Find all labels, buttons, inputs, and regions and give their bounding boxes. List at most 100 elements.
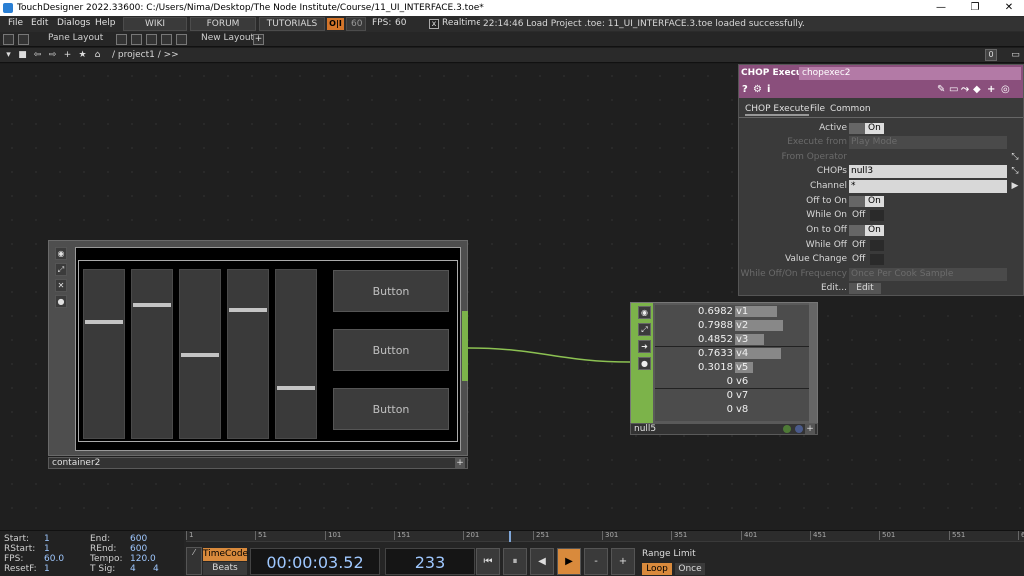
tab-common[interactable]: Common [830, 104, 871, 114]
tsig-denominator[interactable]: 4 [153, 564, 159, 574]
output-connector[interactable] [809, 303, 817, 423]
rend-value[interactable]: 600 [130, 544, 147, 554]
parameter-panel: CHOP Execute chopexec2 ? ⚙ i ✎ ▭ ⤳ ◆ + ◎… [738, 64, 1024, 296]
container-add-button[interactable]: + [455, 458, 465, 468]
operator-name-field[interactable]: chopexec2 [799, 67, 1021, 80]
channel-value: 0 [726, 404, 733, 415]
edit-pencil-icon[interactable]: ✎ [937, 84, 945, 96]
ruler-tick-label: 301 [602, 531, 618, 540]
tab-file[interactable]: File [810, 104, 825, 114]
slider-3[interactable] [179, 269, 221, 439]
active-toggle[interactable]: On [849, 123, 884, 134]
ruler-tick-label: 351 [671, 531, 687, 540]
export-flag-icon[interactable]: ➜ [638, 340, 651, 353]
play-forward-button[interactable]: ▶ [557, 548, 581, 575]
clone-flag-icon[interactable]: ● [638, 357, 651, 370]
rewind-button[interactable]: ⏮ [476, 548, 500, 575]
output-connector[interactable] [462, 311, 468, 381]
chops-picker-icon[interactable]: ⤡ [1009, 165, 1021, 178]
on-to-off-toggle[interactable]: On [849, 225, 884, 236]
container-viewer[interactable]: Button Button Button [75, 247, 461, 451]
slider-2[interactable] [131, 269, 173, 439]
frame-display[interactable]: 233 [385, 548, 475, 575]
bypass-flag-icon[interactable]: ⤢ [55, 263, 67, 276]
slider-1[interactable] [83, 269, 125, 439]
step-forward-button[interactable]: + [611, 548, 635, 575]
comment-icon[interactable]: ▭ [949, 84, 958, 96]
execute-from-menu[interactable]: Play Mode [849, 136, 1007, 149]
ui-button-2[interactable]: Button [333, 329, 449, 371]
playhead[interactable] [509, 531, 511, 542]
ruler-tick-label: 251 [533, 531, 549, 540]
ui-button-1[interactable]: Button [333, 270, 449, 312]
python-icon[interactable]: ◆ [973, 84, 981, 96]
lock-flag-icon[interactable]: ✕ [55, 279, 67, 292]
channel-row: 0 v7 [655, 389, 811, 403]
channel-name: v5 [736, 362, 749, 373]
chops-field[interactable]: null3 [849, 165, 1007, 178]
slider-handle[interactable] [85, 320, 123, 324]
fps-value[interactable]: 60.0 [44, 554, 64, 564]
container-node[interactable]: ◉ ⤢ ✕ ● Button Button Button [48, 240, 468, 456]
while-on-toggle[interactable]: Off [849, 210, 885, 221]
help-icon[interactable]: ? [742, 84, 748, 96]
value-change-toggle[interactable]: Off [849, 254, 885, 265]
pause-button[interactable]: ⏸ [503, 548, 527, 575]
clone-flag-icon[interactable]: ● [55, 295, 67, 308]
info-icon[interactable]: i [767, 84, 770, 96]
rstart-value[interactable]: 1 [44, 544, 50, 554]
timecode-button[interactable]: TimeCode [203, 548, 248, 561]
slider-5[interactable] [275, 269, 317, 439]
add-param-icon[interactable]: + [987, 84, 995, 96]
null-node-name[interactable]: null5 [634, 424, 656, 434]
while-frequency-menu[interactable]: Once Per Cook Sample [849, 268, 1007, 281]
slider-handle[interactable] [229, 308, 267, 312]
channel-name: v6 [736, 376, 749, 387]
target-icon[interactable]: ◎ [1001, 84, 1010, 96]
slider-4[interactable] [227, 269, 269, 439]
container-node-name[interactable]: container2 [52, 458, 100, 468]
toggle-state: On [865, 123, 884, 134]
start-value[interactable]: 1 [44, 534, 50, 544]
loop-button[interactable]: Loop [642, 563, 672, 575]
slider-handle[interactable] [181, 353, 219, 357]
param-header: CHOP Execute chopexec2 [739, 65, 1023, 82]
rend-label: REnd: [90, 544, 117, 554]
tempo-value[interactable]: 120.0 [130, 554, 156, 564]
beats-button[interactable]: Beats [203, 562, 247, 575]
resetf-value[interactable]: 1 [44, 564, 50, 574]
param-row-on-to-off: On to Off On [739, 224, 1023, 237]
param-row-active: Active On [739, 122, 1023, 135]
fps-label: FPS: [4, 554, 24, 564]
bypass-flag-icon[interactable]: ⤢ [638, 323, 651, 336]
tab-chop-execute[interactable]: CHOP Execute [745, 104, 810, 116]
play-reverse-button[interactable]: ◀ [530, 548, 554, 575]
ui-button-3[interactable]: Button [333, 388, 449, 430]
slider-handle[interactable] [277, 386, 315, 390]
channel-menu-arrow-icon[interactable]: ▶ [1009, 180, 1021, 193]
time-display-toggle-icon[interactable]: ⁄ [186, 547, 202, 575]
slider-handle[interactable] [133, 303, 171, 307]
while-off-toggle[interactable]: Off [849, 240, 885, 251]
from-operator-picker-icon[interactable]: ⤡ [1009, 151, 1021, 164]
link-icon[interactable]: ⤳ [961, 84, 969, 96]
tsig-numerator[interactable]: 4 [130, 564, 136, 574]
timecode-display[interactable]: 00:00:03.52 [250, 548, 380, 575]
edit-button[interactable]: Edit [849, 283, 881, 294]
ruler-tick-label: 551 [949, 531, 965, 540]
timeline-ruler[interactable]: 151101151201251301351401451501551600 [186, 531, 1024, 542]
once-button[interactable]: Once [675, 563, 705, 575]
tsig-label: T Sig: [90, 564, 116, 574]
null-chop-node[interactable]: ◉ ⤢ ➜ ● 0.6982 v1 0.7988 v2 0.4852 v3 0.7633 v4… [630, 302, 818, 424]
viewer-flag-icon[interactable]: ◉ [638, 306, 651, 319]
channel-row: 0.7988 v2 [655, 319, 811, 333]
channel-field[interactable]: * [849, 180, 1007, 193]
python-help-icon[interactable]: ⚙ [753, 84, 762, 96]
off-to-on-toggle[interactable]: On [849, 196, 884, 207]
channel-value: 0.6982 [698, 306, 733, 317]
step-back-button[interactable]: - [584, 548, 608, 575]
viewer-flag-icon[interactable]: ◉ [55, 247, 67, 260]
null-add-button[interactable]: + [805, 424, 815, 434]
param-toolbar: ? ⚙ i ✎ ▭ ⤳ ◆ + ◎ [739, 82, 1023, 98]
end-value[interactable]: 600 [130, 534, 147, 544]
